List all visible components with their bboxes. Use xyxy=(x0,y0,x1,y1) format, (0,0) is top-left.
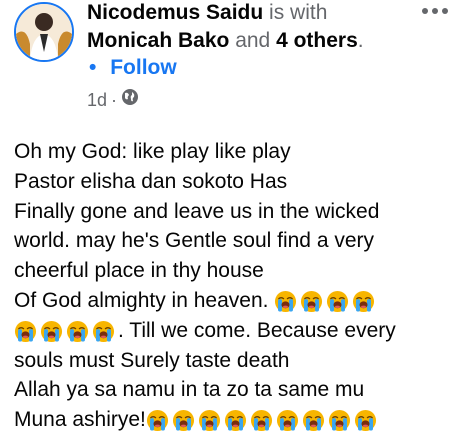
post-header-line: Nicodemus Saidu is with xyxy=(87,0,327,26)
post-text-segment: Muna ashirye! xyxy=(14,408,146,432)
loudly-crying-face-icon xyxy=(250,409,273,432)
tagged-person[interactable]: Monicah Bako xyxy=(87,29,229,52)
author-name[interactable]: Nicodemus Saidu xyxy=(87,1,263,24)
loudly-crying-face-icon xyxy=(224,409,247,432)
more-options-icon[interactable] xyxy=(420,4,450,16)
post-line: Of God almighty in heaven. xyxy=(14,286,458,316)
loudly-crying-face-icon xyxy=(146,409,169,432)
globe-icon xyxy=(121,88,139,111)
post-line: world. may he's Gentle soul find a very xyxy=(14,229,375,253)
post-line: Pastor elisha dan sokoto Has xyxy=(14,169,288,193)
loudly-crying-face-icon xyxy=(172,409,195,432)
post-line: Finally gone and leave us in the wicked xyxy=(14,199,380,223)
tagged-line: Monicah Bako and 4 others. xyxy=(87,28,364,54)
post-line: Muna ashirye! xyxy=(14,405,458,435)
loudly-crying-face-icon xyxy=(276,409,299,432)
follow-button[interactable]: Follow xyxy=(110,56,177,79)
follow-dot: • xyxy=(89,56,97,79)
emoji-row xyxy=(274,286,378,316)
loudly-crying-face-icon xyxy=(274,290,297,313)
loudly-crying-face-icon xyxy=(40,320,63,343)
post-line: souls must Surely taste death xyxy=(14,348,290,372)
avatar[interactable] xyxy=(14,2,74,62)
loudly-crying-face-icon xyxy=(328,409,351,432)
is-with-text: is with xyxy=(269,1,328,24)
loudly-crying-face-icon xyxy=(352,290,375,313)
loudly-crying-face-icon xyxy=(14,320,37,343)
loudly-crying-face-icon xyxy=(354,409,377,432)
loudly-crying-face-icon xyxy=(326,290,349,313)
loudly-crying-face-icon xyxy=(302,409,325,432)
follow-row: • Follow xyxy=(87,55,177,81)
post-time[interactable]: 1d xyxy=(87,89,107,111)
post-line: Allah ya sa namu in ta zo ta same mu xyxy=(14,378,365,402)
meta-separator: · xyxy=(111,89,118,110)
loudly-crying-face-icon xyxy=(300,290,323,313)
loudly-crying-face-icon xyxy=(66,320,89,343)
period-text: . xyxy=(357,29,364,52)
post-line: cheerful place in thy house xyxy=(14,259,264,283)
post-text-segment: Of God almighty in heaven. xyxy=(14,288,269,312)
post-text: Oh my God: like play like play Pastor el… xyxy=(14,137,458,435)
post-line: Oh my God: like play like play xyxy=(14,140,291,163)
post-text-segment: . Till we come. Because every xyxy=(118,318,396,342)
loudly-crying-face-icon xyxy=(92,320,115,343)
emoji-row xyxy=(14,316,118,346)
post-line: . Till we come. Because every xyxy=(14,316,458,346)
emoji-row xyxy=(146,405,380,435)
post-meta: 1d · xyxy=(87,88,139,111)
loudly-crying-face-icon xyxy=(198,409,221,432)
and-text: and xyxy=(235,29,271,52)
others-link[interactable]: 4 others xyxy=(276,29,358,52)
